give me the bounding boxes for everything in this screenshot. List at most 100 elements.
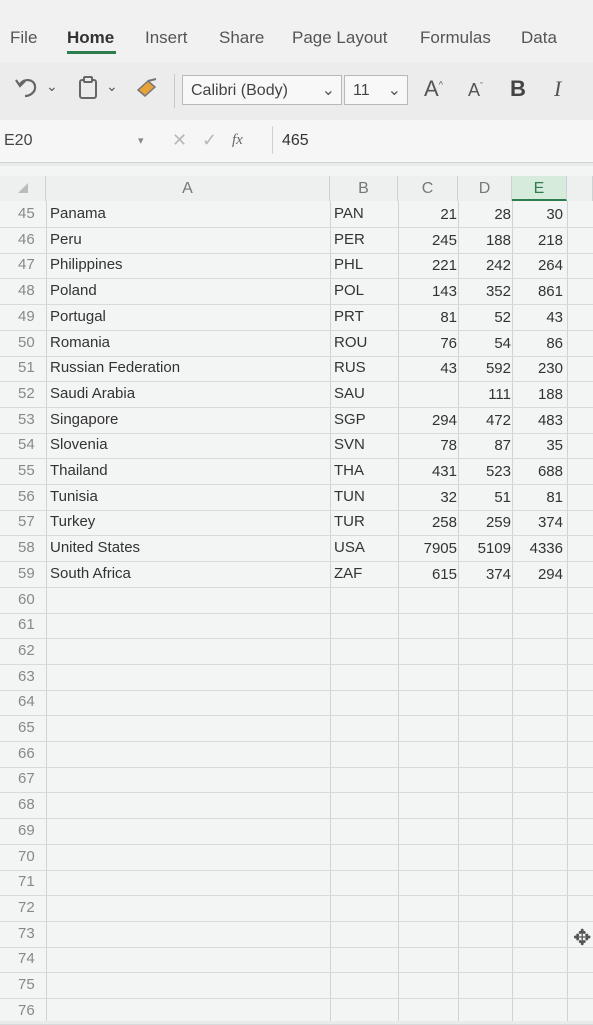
cell-c[interactable]: 43 <box>402 360 457 377</box>
table-row[interactable]: 45 Panama PAN 21 28 30 <box>0 203 593 228</box>
cell-code[interactable]: PER <box>334 231 365 248</box>
table-row[interactable]: 50 Romania ROU 76 54 86 <box>0 332 593 357</box>
cell-e[interactable]: 218 <box>513 232 563 249</box>
table-row[interactable]: 51 Russian Federation RUS 43 592 230 <box>0 357 593 383</box>
cell-e[interactable]: 688 <box>513 463 563 480</box>
cell-country[interactable]: Singapore <box>50 411 118 428</box>
cell-d[interactable]: 52 <box>459 309 511 326</box>
table-row[interactable]: 60 <box>0 589 593 614</box>
cell-e[interactable]: 483 <box>513 412 563 429</box>
cell-e[interactable]: 294 <box>513 566 563 583</box>
cell-e[interactable]: 188 <box>513 386 563 403</box>
table-row[interactable]: 69 <box>0 820 593 845</box>
cell-country[interactable]: Tunisia <box>50 488 98 505</box>
row-number[interactable]: 48 <box>18 282 48 299</box>
cell-c[interactable]: 21 <box>402 206 457 223</box>
cell-c[interactable]: 615 <box>402 566 457 583</box>
table-row[interactable]: 54 Slovenia SVN 78 87 35 <box>0 434 593 460</box>
row-number[interactable]: 74 <box>18 950 48 967</box>
table-row[interactable]: 65 <box>0 717 593 742</box>
row-number[interactable]: 65 <box>18 719 48 736</box>
cell-country[interactable]: South Africa <box>50 565 131 582</box>
cell-d[interactable]: 374 <box>459 566 511 583</box>
table-row[interactable]: 58 United States USA 7905 5109 4336 <box>0 537 593 563</box>
font-size-select[interactable]: 11 ⌄ <box>344 75 408 105</box>
row-number[interactable]: 64 <box>18 693 48 710</box>
cell-d[interactable]: 472 <box>459 412 511 429</box>
italic-button[interactable]: I <box>554 76 561 102</box>
row-number[interactable]: 50 <box>18 334 48 351</box>
table-row[interactable]: 59 South Africa ZAF 615 374 294 <box>0 563 593 588</box>
cell-code[interactable]: ROU <box>334 334 367 351</box>
tab-share[interactable]: Share <box>219 28 264 48</box>
row-number[interactable]: 68 <box>18 796 48 813</box>
cell-e[interactable]: 86 <box>513 335 563 352</box>
cell-code[interactable]: SAU <box>334 385 365 402</box>
table-row[interactable]: 63 <box>0 666 593 691</box>
name-box[interactable]: E20 <box>0 126 150 154</box>
table-row[interactable]: 73 <box>0 923 593 948</box>
row-number[interactable]: 52 <box>18 385 48 402</box>
cell-e[interactable]: 861 <box>513 283 563 300</box>
table-row[interactable]: 62 <box>0 640 593 665</box>
cell-d[interactable]: 51 <box>459 489 511 506</box>
table-row[interactable]: 61 <box>0 614 593 640</box>
cell-d[interactable]: 352 <box>459 283 511 300</box>
row-number[interactable]: 75 <box>18 976 48 993</box>
table-row[interactable]: 53 Singapore SGP 294 472 483 <box>0 409 593 434</box>
row-number[interactable]: 63 <box>18 668 48 685</box>
cell-e[interactable]: 374 <box>513 514 563 531</box>
table-row[interactable]: 49 Portugal PRT 81 52 43 <box>0 306 593 331</box>
table-row[interactable]: 74 <box>0 948 593 974</box>
cell-c[interactable]: 245 <box>402 232 457 249</box>
cell-c[interactable]: 258 <box>402 514 457 531</box>
table-row[interactable]: 55 Thailand THA 431 523 688 <box>0 460 593 485</box>
column-header-b[interactable]: B <box>330 176 398 201</box>
cell-d[interactable]: 592 <box>459 360 511 377</box>
row-number[interactable]: 56 <box>18 488 48 505</box>
column-header-a[interactable]: A <box>46 176 330 201</box>
row-number[interactable]: 61 <box>18 616 48 633</box>
cell-country[interactable]: Philippines <box>50 256 123 273</box>
format-painter-icon[interactable] <box>135 78 159 104</box>
tab-insert[interactable]: Insert <box>145 28 188 48</box>
cell-code[interactable]: SGP <box>334 411 366 428</box>
cell-c[interactable]: 7905 <box>402 540 457 557</box>
tab-home[interactable]: Home <box>67 28 114 48</box>
cancel-icon[interactable]: ✕ <box>172 130 187 151</box>
row-number[interactable]: 57 <box>18 513 48 530</box>
cell-country[interactable]: United States <box>50 539 140 556</box>
paste-dropdown-icon[interactable]: ⌄ <box>106 78 118 95</box>
cell-c[interactable]: 294 <box>402 412 457 429</box>
cell-e[interactable]: 35 <box>513 437 563 454</box>
cell-country[interactable]: Slovenia <box>50 436 108 453</box>
table-row[interactable]: 66 <box>0 743 593 768</box>
row-number[interactable]: 51 <box>18 359 48 376</box>
row-number[interactable]: 69 <box>18 822 48 839</box>
cell-code[interactable]: TUR <box>334 513 365 530</box>
table-row[interactable]: 57 Turkey TUR 258 259 374 <box>0 511 593 537</box>
column-header-c[interactable]: C <box>398 176 458 201</box>
cell-code[interactable]: PAN <box>334 205 364 222</box>
row-number[interactable]: 49 <box>18 308 48 325</box>
cell-c[interactable]: 81 <box>402 309 457 326</box>
row-number[interactable]: 72 <box>18 899 48 916</box>
cell-code[interactable]: TUN <box>334 488 365 505</box>
cell-d[interactable]: 242 <box>459 257 511 274</box>
table-row[interactable]: 67 <box>0 768 593 794</box>
cell-d[interactable]: 259 <box>459 514 511 531</box>
undo-icon[interactable] <box>14 76 40 104</box>
cell-code[interactable]: PHL <box>334 256 363 273</box>
cell-country[interactable]: Turkey <box>50 513 95 530</box>
cell-country[interactable]: Peru <box>50 231 82 248</box>
bold-button[interactable]: B <box>510 76 526 102</box>
row-number[interactable]: 55 <box>18 462 48 479</box>
table-row[interactable]: 70 <box>0 846 593 871</box>
row-number[interactable]: 71 <box>18 873 48 890</box>
cell-country[interactable]: Russian Federation <box>50 359 180 376</box>
cell-d[interactable]: 111 <box>459 386 511 403</box>
cell-country[interactable]: Saudi Arabia <box>50 385 135 402</box>
column-header-d[interactable]: D <box>458 176 512 201</box>
row-number[interactable]: 46 <box>18 231 48 248</box>
cell-c[interactable]: 221 <box>402 257 457 274</box>
